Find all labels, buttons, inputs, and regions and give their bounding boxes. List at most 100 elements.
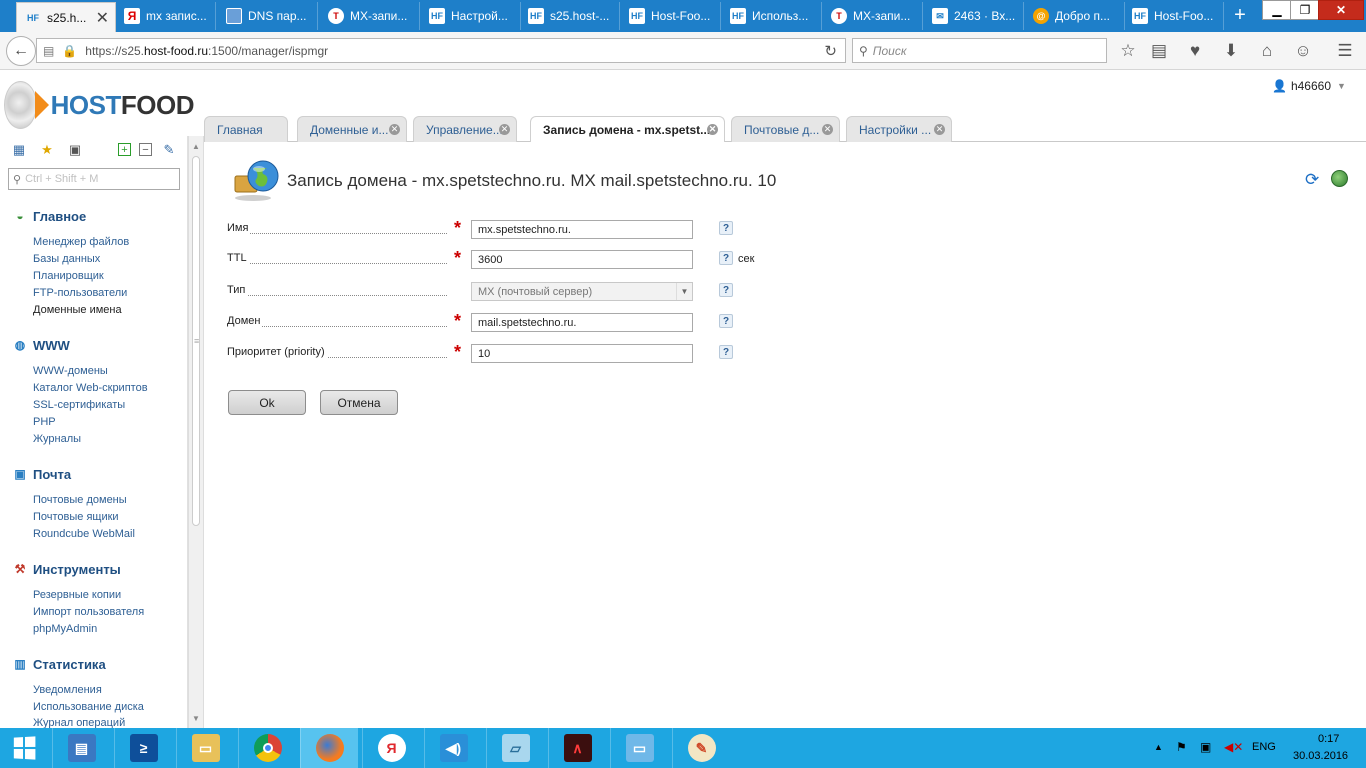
close-tab-icon[interactable]: ✕ [96,8,109,28]
browser-tab-12[interactable]: HF Host-Foo... [1124,2,1224,30]
sidebar-item-php[interactable]: PHP [33,416,56,428]
scroll-up-icon[interactable]: ▲ [192,142,200,151]
close-tab-icon[interactable]: ✕ [389,124,400,135]
action-center-flag-icon[interactable]: ⚑ [1176,740,1187,754]
ttl-input[interactable] [471,250,693,269]
type-select[interactable]: MX (почтовый сервер) ▼ [471,282,693,301]
tab-domain-names[interactable]: Доменные и... ✕ › [297,116,407,142]
reload-icon[interactable]: ↻ [824,42,837,60]
refresh-icon[interactable]: ⟳ [1305,170,1319,190]
tab-settings[interactable]: Настройки ... ✕ [846,116,952,142]
sidebar-search[interactable]: ⚲ [8,168,180,190]
sidebar-item-mailboxes[interactable]: Почтовые ящики [33,511,119,523]
bookmark-star-icon[interactable]: ☆ [1117,41,1139,61]
sidebar-item-notifications[interactable]: Уведомления [33,684,102,696]
hello-icon[interactable]: ☺ [1292,41,1314,61]
sidebar-item-operations-log[interactable]: Журнал операций [33,717,125,728]
domain-input[interactable] [471,313,693,332]
clock-date[interactable]: 30.03.2016 [1293,750,1348,762]
clock-time[interactable]: 0:17 [1318,733,1339,745]
sidebar-item-ssl[interactable]: SSL-сертификаты [33,399,125,411]
lock-icon[interactable]: 🔒 [62,44,77,58]
browser-tab-3[interactable]: DNS пар... [218,2,318,30]
sidebar-item-logs[interactable]: Журналы [33,433,81,445]
sidebar-item-domain-names[interactable]: Доменные имена [33,304,122,316]
browser-tab-2[interactable]: Я mx запис... [116,2,216,30]
taskbar-chrome[interactable] [238,728,296,768]
browser-tab-4[interactable]: T МХ-запи... [320,2,420,30]
home-icon[interactable]: ⌂ [1256,41,1278,61]
taskbar-explorer[interactable]: ▤ [52,728,110,768]
sidebar-item-ftp-users[interactable]: FTP-пользователи [33,287,127,299]
taskbar-notes[interactable]: ▱ [486,728,544,768]
close-tab-icon[interactable]: ✕ [822,124,833,135]
sidebar-item-file-manager[interactable]: Менеджер файлов [33,236,129,248]
browser-tab-8[interactable]: HF Использ... [722,2,822,30]
tab-domain-record[interactable]: Запись домена - mx.spetst... ✕ [530,116,725,143]
help-icon[interactable]: ? [719,314,733,328]
volume-muted-icon[interactable]: ◀✕ [1224,740,1243,754]
help-icon[interactable]: ? [719,345,733,359]
tree-view-icon[interactable]: ▦ [10,141,28,159]
help-icon[interactable]: ? [719,251,733,265]
cancel-button[interactable]: Отмена [320,390,398,415]
name-input[interactable] [471,220,693,239]
taskbar-audio[interactable]: ◀) [424,728,482,768]
favorites-star-icon[interactable]: ★ [38,141,56,159]
url-text[interactable]: https://s25.host-food.ru:1500/manager/is… [85,44,328,58]
browser-tab-5[interactable]: HF Настрой... [421,2,521,30]
tab-mail-domains[interactable]: Почтовые д... ✕ [731,116,840,142]
browser-tab-6[interactable]: HF s25.host-... [520,2,620,30]
taskbar-powershell[interactable]: ≥ [114,728,172,768]
expand-all-icon[interactable]: + [118,143,131,156]
taskbar-yandex[interactable]: Я [362,728,420,768]
collapse-all-icon[interactable]: − [139,143,152,156]
back-button[interactable]: ← [6,36,36,66]
sidebar-item-www-domains[interactable]: WWW-домены [33,365,108,377]
sidebar-item-disk-usage[interactable]: Использование диска [33,701,144,713]
priority-input[interactable] [471,344,693,363]
browser-tab-9[interactable]: T МХ-запи... [823,2,923,30]
sidebar-item-web-scripts[interactable]: Каталог Web-скриптов [33,382,148,394]
tab-management[interactable]: Управление... ✕ › [413,116,517,142]
sidebar-item-backups[interactable]: Резервные копии [33,589,121,601]
taskbar-firefox[interactable] [300,728,358,768]
search-input[interactable]: ⚲ Поиск [852,38,1107,63]
browser-tab-1[interactable]: HF s25.h... ✕ [16,2,116,32]
new-tab-button[interactable]: + [1228,4,1252,27]
close-tab-icon[interactable]: ✕ [499,124,510,135]
sidebar-item-mail-domains[interactable]: Почтовые домены [33,494,127,506]
menu-icon[interactable]: ☰ [1334,41,1356,61]
sidebar-scrollbar[interactable]: ▲ ≡ ▼ [188,136,204,728]
taskbar-remote[interactable]: ▭ [610,728,668,768]
briefcase-icon[interactable]: ▣ [66,141,84,159]
browser-tab-7[interactable]: HF Host-Foo... [621,2,721,30]
minimize-button[interactable]: ▁ [1262,0,1292,20]
sidebar-section-mail[interactable]: ▣ Почта [12,466,71,482]
downloads-icon[interactable]: ⬇ [1220,41,1242,61]
input-language[interactable]: ENG [1252,741,1276,753]
pin-icon[interactable]: ✎ [160,141,178,159]
sidebar-item-databases[interactable]: Базы данных [33,253,100,265]
sidebar-item-roundcube[interactable]: Roundcube WebMail [33,528,135,540]
reading-list-icon[interactable]: ▤ [1148,41,1170,61]
sidebar-item-user-import[interactable]: Импорт пользователя [33,606,144,618]
splitter-grip-icon[interactable]: ≡ [194,336,199,346]
browser-tab-10[interactable]: ✉ 2463 · Вх... [924,2,1024,30]
network-icon[interactable]: ▣ [1200,740,1211,754]
taskbar-paint[interactable]: ✎ [672,728,730,768]
close-tab-icon[interactable]: ✕ [707,124,718,135]
ok-button[interactable]: Ok [228,390,306,415]
taskbar-folder[interactable]: ▭ [176,728,234,768]
sidebar-section-main[interactable]: ◒ Главное [12,208,86,224]
help-icon[interactable]: ? [719,283,733,297]
tab-home[interactable]: Главная [204,116,288,142]
chevron-down-icon[interactable]: ▼ [676,283,692,300]
tray-expand-icon[interactable]: ▲ [1154,742,1163,752]
help-icon[interactable]: ? [719,221,733,235]
close-tab-icon[interactable]: ✕ [934,124,945,135]
sidebar-item-phpmyadmin[interactable]: phpMyAdmin [33,623,97,635]
url-bar[interactable]: ▤ 🔒 https://s25.host-food.ru:1500/manage… [36,38,846,63]
start-button[interactable] [0,728,48,768]
sidebar-section-www[interactable]: ◍ WWW [12,337,70,353]
